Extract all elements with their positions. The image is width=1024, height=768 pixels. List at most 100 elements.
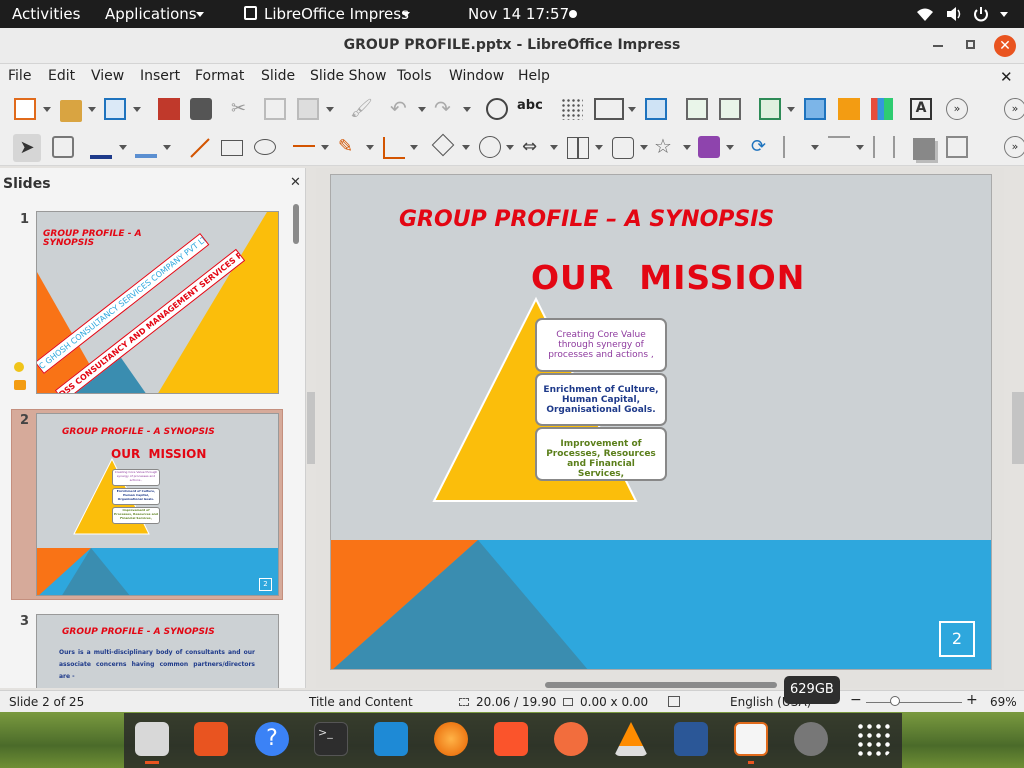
brave-icon[interactable] <box>494 722 528 756</box>
chevron-down-icon[interactable] <box>595 145 603 150</box>
zoom-slider-track[interactable] <box>866 702 962 703</box>
chevron-down-icon[interactable] <box>856 145 864 150</box>
insert-chart-icon[interactable] <box>871 98 893 120</box>
menu-insert[interactable]: Insert <box>140 68 180 84</box>
mission-box-1[interactable]: Creating Core Value through synergy of p… <box>535 318 667 372</box>
clock[interactable]: Nov 14 17:57 <box>468 5 569 23</box>
mission-box-3[interactable]: Improvement of Processes, Resources and … <box>535 427 667 481</box>
close-document-icon[interactable]: ✕ <box>1000 68 1013 86</box>
menu-file[interactable]: File <box>8 68 31 84</box>
arrange-icon[interactable] <box>828 136 850 158</box>
chevron-down-icon[interactable] <box>88 107 96 112</box>
menu-view[interactable]: View <box>91 68 124 84</box>
curves-icon[interactable]: ✎ <box>338 136 360 158</box>
save-status-icon[interactable] <box>668 696 680 707</box>
menu-window[interactable]: Window <box>449 68 504 84</box>
paste-icon[interactable] <box>297 98 319 120</box>
help-icon[interactable]: ? <box>255 722 289 756</box>
clone-formatting-icon[interactable]: 🖌 <box>350 98 373 120</box>
chevron-down-icon[interactable] <box>418 107 426 112</box>
start-from-first-icon[interactable] <box>686 98 708 120</box>
print-icon[interactable] <box>190 98 212 120</box>
redo-icon[interactable]: ↷ <box>434 96 456 120</box>
find-replace-icon[interactable] <box>486 98 508 120</box>
3d-objects-icon[interactable] <box>698 136 720 158</box>
chevron-down-icon[interactable] <box>811 145 819 150</box>
line-color-icon[interactable] <box>90 137 112 159</box>
chevron-down-icon[interactable] <box>550 145 558 150</box>
line-tool-icon[interactable] <box>189 137 211 159</box>
active-app-menu[interactable]: LibreOffice Impress <box>264 5 409 23</box>
rectangle-tool-icon[interactable] <box>221 140 243 156</box>
chevron-down-icon[interactable] <box>410 145 418 150</box>
mission-box-2[interactable]: Enrichment of Culture, Human Capital, Or… <box>535 373 667 426</box>
chevron-down-icon[interactable] <box>43 107 51 112</box>
menu-help[interactable]: Help <box>518 68 550 84</box>
slide-title[interactable]: GROUP PROFILE – A SYNOPSIS <box>399 207 774 232</box>
copy-icon[interactable] <box>264 98 286 120</box>
pane-splitter[interactable] <box>307 392 315 464</box>
symbol-shapes-icon[interactable] <box>479 136 501 158</box>
shadow-icon[interactable] <box>913 138 935 160</box>
chevron-down-icon[interactable] <box>133 107 141 112</box>
terminal-icon[interactable]: >_ <box>314 722 348 756</box>
open-folder-icon[interactable] <box>60 100 82 122</box>
menu-slide[interactable]: Slide <box>261 68 295 84</box>
chevron-down-icon[interactable] <box>506 145 514 150</box>
lines-arrows-icon[interactable] <box>293 145 315 147</box>
slide-2-editor[interactable]: GROUP PROFILE – A SYNOPSIS OUR MISSION C… <box>330 174 992 670</box>
vscode-icon[interactable] <box>374 722 408 756</box>
menu-tools[interactable]: Tools <box>397 68 432 84</box>
maximize-icon[interactable] <box>966 40 975 49</box>
fill-color-icon[interactable] <box>135 136 157 158</box>
zoom-out-icon[interactable]: − <box>850 692 862 708</box>
applications-menu[interactable]: Applications <box>105 5 197 23</box>
chevron-down-icon[interactable] <box>683 145 691 150</box>
chevron-down-icon[interactable] <box>726 145 734 150</box>
chevron-down-icon[interactable] <box>640 145 648 150</box>
insert-image-icon[interactable] <box>804 98 826 120</box>
align-icon[interactable] <box>783 136 805 158</box>
toolbar-overflow-icon[interactable]: » <box>1004 98 1024 120</box>
slide-thumbnail-1[interactable]: GROUP PROFILE - A SYNOPSIS C GHOSH CONSU… <box>36 211 279 394</box>
distribute-icon[interactable] <box>873 136 895 158</box>
export-pdf-icon[interactable] <box>158 98 180 120</box>
power-icon[interactable] <box>972 5 990 23</box>
select-arrow-icon[interactable]: ➤ <box>13 134 41 162</box>
chevron-down-icon[interactable] <box>628 107 636 112</box>
basic-shapes-icon[interactable] <box>431 133 455 157</box>
insert-table-icon[interactable] <box>759 98 781 120</box>
more-options-icon[interactable]: » <box>946 98 968 120</box>
insert-textbox-icon[interactable]: A <box>910 98 932 120</box>
disk-drive-icon[interactable] <box>794 722 828 756</box>
crop-icon[interactable] <box>946 136 968 158</box>
zoom-in-icon[interactable]: + <box>966 692 978 708</box>
undo-icon[interactable]: ↶ <box>390 96 412 120</box>
menu-edit[interactable]: Edit <box>48 68 75 84</box>
chevron-down-icon[interactable] <box>326 107 334 112</box>
zoom-level[interactable]: 69% <box>990 695 1017 709</box>
connectors-icon[interactable] <box>383 137 405 159</box>
close-pane-icon[interactable]: ✕ <box>290 175 301 190</box>
slide-thumbnail-2[interactable]: GROUP PROFILE - A SYNOPSIS OUR MISSION C… <box>36 413 279 596</box>
virtualbox-icon[interactable] <box>674 722 708 756</box>
wifi-icon[interactable] <box>916 6 934 22</box>
show-apps-icon[interactable] <box>856 722 890 756</box>
canvas-hscroll-thumb[interactable] <box>545 682 777 688</box>
minimize-icon[interactable] <box>933 45 943 47</box>
stars-icon[interactable]: ☆ <box>654 134 676 158</box>
master-slide-icon[interactable] <box>645 98 667 120</box>
chevron-down-icon[interactable] <box>366 145 374 150</box>
chevron-down-icon[interactable] <box>787 107 795 112</box>
rotate-icon[interactable]: ⟳ <box>751 136 773 158</box>
insert-audio-video-icon[interactable] <box>838 98 860 120</box>
chevron-down-icon[interactable] <box>463 107 471 112</box>
zoom-slider-handle[interactable] <box>890 696 900 706</box>
save-icon[interactable] <box>104 98 126 120</box>
activities-button[interactable]: Activities <box>12 5 80 23</box>
ellipse-tool-icon[interactable] <box>254 139 276 155</box>
sidebar-splitter[interactable] <box>1012 392 1024 464</box>
start-from-current-icon[interactable] <box>719 98 741 120</box>
display-views-icon[interactable] <box>594 98 624 120</box>
slides-scrollbar-thumb[interactable] <box>293 204 299 244</box>
